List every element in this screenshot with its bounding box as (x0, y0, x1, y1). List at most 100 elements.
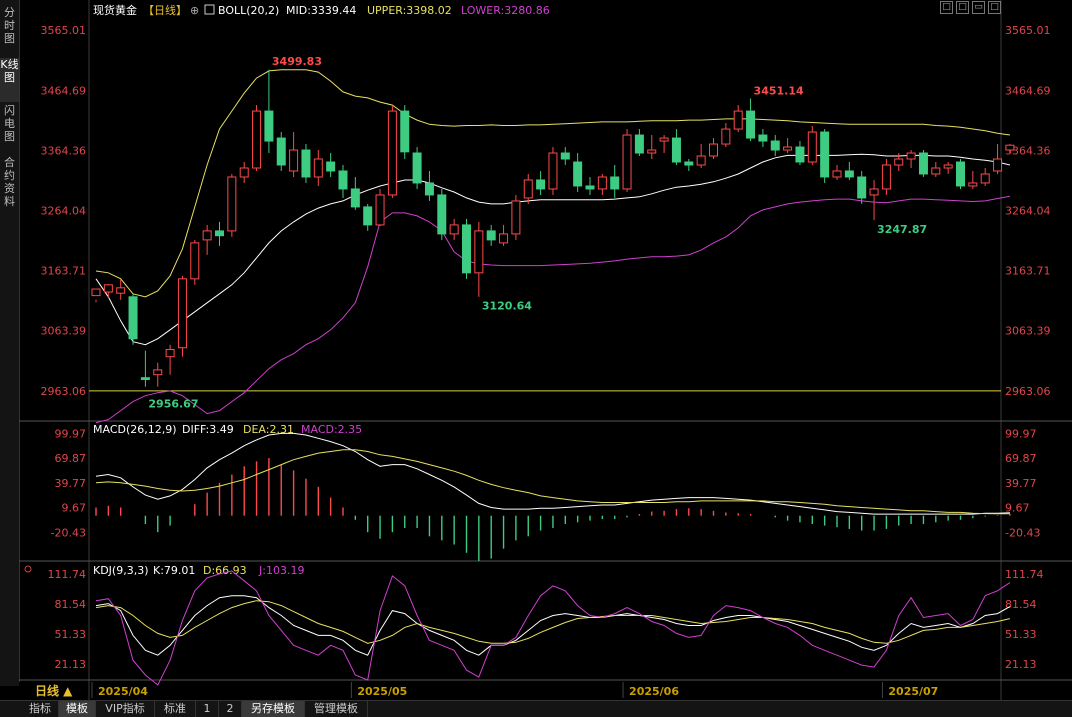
date-axis: 2025/04 2025/05 2025/06 2025/07 (91, 682, 938, 698)
candle-body (820, 131, 830, 178)
tab-template-1[interactable]: 1 (196, 701, 219, 717)
candle-body (783, 146, 793, 151)
tab-indicators[interactable]: 指标 (22, 701, 59, 717)
candle-body (301, 149, 311, 178)
tab-contract-info[interactable]: 合约资料 (0, 156, 19, 214)
kdj-tick-label-left: 111.74 (48, 568, 87, 581)
tab-time-sharing[interactable]: 分时图 (0, 6, 19, 50)
low-annotation: 3247.87 (877, 223, 927, 236)
candle-body (709, 143, 718, 157)
layout-icon[interactable]: □ (956, 1, 969, 14)
candle-body (931, 167, 941, 175)
candle-body (499, 233, 509, 244)
tab-flash-chart[interactable]: 闪电图 (0, 104, 19, 148)
candle-body (437, 194, 447, 235)
price-tick-label-right: 3464.69 (1005, 84, 1051, 97)
candle-body (659, 137, 669, 142)
candle-body (387, 110, 397, 196)
kdj-settings-icon[interactable] (24, 565, 32, 573)
kdj-k-value: K:79.01 (153, 564, 195, 577)
candle-body (906, 152, 916, 160)
macd-tick-label-left: 99.97 (55, 427, 87, 440)
candle-body (165, 349, 175, 358)
macd-dea-value: DEA:2.31 (243, 423, 294, 436)
chart-canvas[interactable]: 现货黄金 【日线】 ⊕ BOLL(20,2) MID:3339.44 UPPER… (19, 0, 1072, 700)
candle-body (597, 176, 607, 190)
candle-body (474, 230, 484, 274)
macd-hist-value: MACD:2.35 (301, 423, 362, 436)
candle-body (375, 194, 385, 226)
price-tick-label-right: 3565.01 (1005, 24, 1051, 37)
candle-body (91, 288, 101, 297)
candle-body (462, 224, 471, 274)
tab-vip-indicators[interactable]: VIP指标 (96, 701, 155, 717)
candle-body (844, 170, 854, 178)
tab-kline[interactable]: K线图 (0, 58, 19, 102)
candle-body (943, 164, 953, 169)
bollinger-bands (95, 69, 1011, 424)
candle-body (733, 110, 743, 130)
boll-name: BOLL(20,2) (218, 4, 279, 17)
kdj-tick-label-left: 51.33 (55, 628, 87, 641)
candle-body (326, 161, 336, 172)
tab-template-2[interactable]: 2 (219, 701, 242, 717)
candle-body (647, 149, 657, 154)
restore-icon[interactable]: ▭ (972, 1, 985, 14)
macd-diff-line (95, 432, 1010, 515)
candle-body (980, 173, 990, 184)
candle-body (486, 230, 496, 241)
price-tick-label-right: 3264.04 (1005, 205, 1051, 218)
price-axis-left: 3565.01 3565.013464.69 3464.693364.36 3364.… (41, 24, 1051, 398)
price-tick-label-left: 3565.01 (41, 24, 87, 37)
period-button-label: 日线 ▲ (35, 683, 73, 698)
close-panel-icon[interactable]: □ (988, 1, 1001, 14)
candle-body (548, 152, 558, 190)
tab-standard[interactable]: 标准 (155, 701, 196, 717)
tab-templates[interactable]: 模板 (59, 701, 96, 717)
manage-templates-button[interactable]: 管理模板 (305, 701, 368, 717)
macd-name: MACD(26,12,9) (93, 423, 177, 436)
candle-body (721, 128, 731, 145)
candle-body (758, 134, 768, 142)
kdj-j-value: J:103.19 (258, 564, 304, 577)
settings-icon[interactable]: ⊕ (190, 4, 199, 17)
candle-body (857, 176, 867, 199)
candle-body (400, 110, 410, 153)
candlesticks (91, 69, 1015, 387)
candle-body (363, 206, 373, 226)
period-label: 【日线】 (143, 3, 187, 17)
kdj-tick-label-left: 21.13 (55, 658, 87, 671)
price-tick-label-right: 2963.06 (1005, 385, 1051, 398)
price-tick-label-right: 3063.39 (1005, 325, 1051, 338)
save-template-button[interactable]: 另存模板 (242, 701, 305, 717)
candle-body (177, 278, 187, 349)
candle-body (696, 155, 706, 166)
high-annotation: 3499.83 (272, 55, 322, 68)
date-label: 2025/06 (629, 685, 679, 698)
kdj-tick-label-right: 111.74 (1005, 568, 1044, 581)
candle-body (140, 377, 150, 380)
candle-body (215, 230, 224, 237)
boll-lower-value: LOWER:3280.86 (461, 4, 550, 17)
price-tick-label-left: 3063.39 (41, 325, 87, 338)
candle-body (573, 161, 583, 187)
candle-body (746, 110, 756, 139)
price-tick-label-left: 3364.36 (41, 144, 87, 157)
candle-body (610, 176, 620, 190)
instrument-name: 现货黄金 (93, 3, 137, 17)
boll-mid-value: MID:3339.44 (286, 4, 356, 17)
candle-body (770, 140, 780, 151)
indicator-switch-icon[interactable] (204, 4, 215, 15)
fullscreen-icon[interactable]: □ (940, 1, 953, 14)
price-tick-label-left: 3163.71 (41, 265, 87, 278)
candle-body (1005, 144, 1015, 151)
candle-body (239, 167, 249, 178)
candle-body (338, 170, 348, 190)
kdj-tick-label-right: 81.54 (1005, 598, 1037, 611)
kdj-tick-label-right: 21.13 (1005, 658, 1037, 671)
macd-histogram (95, 458, 1011, 561)
candle-body (956, 161, 965, 187)
candle-body (252, 110, 262, 169)
candle-body (264, 110, 274, 142)
date-label: 2025/05 (357, 685, 407, 698)
